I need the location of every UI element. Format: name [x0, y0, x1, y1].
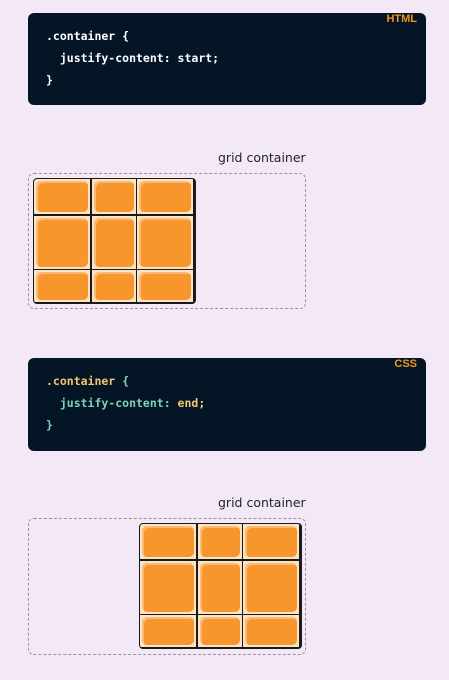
css-property: justify-content: [46, 396, 171, 410]
grid-item [243, 615, 299, 647]
code-block-end: CSS .container { justify-content: end; } [28, 358, 426, 451]
grid-item [140, 615, 196, 647]
code-line-2: justify-content: start; [46, 51, 220, 65]
grid-item [243, 560, 299, 614]
code-line-1: .container { [46, 29, 130, 43]
code-line-3: } [46, 418, 53, 432]
grid-item [197, 615, 242, 647]
grid-item [91, 215, 136, 269]
code-language-label: HTML [386, 13, 417, 25]
grid-container-label: grid container [218, 495, 306, 510]
grid-item [91, 270, 136, 302]
css-open-brace: { [115, 374, 130, 388]
code-block-start: HTML .container { justify-content: start… [28, 13, 426, 105]
grid-start-aligned [33, 178, 196, 304]
grid-item [34, 179, 90, 214]
grid-item [140, 524, 196, 559]
code-line-2: justify-content: end; [46, 396, 205, 410]
grid-item [91, 179, 136, 214]
grid-item [137, 270, 193, 302]
grid-item [140, 560, 196, 614]
css-value: end; [170, 396, 206, 410]
grid-end-aligned [139, 523, 302, 649]
grid-item [197, 560, 242, 614]
code-language-label: CSS [394, 358, 417, 370]
grid-item [34, 270, 90, 302]
grid-container-label: grid container [218, 150, 306, 165]
code-line-1: .container { [46, 374, 129, 388]
grid-item [137, 179, 193, 214]
grid-item [137, 215, 193, 269]
css-selector: .container [46, 374, 116, 388]
code-line-3: } [46, 73, 53, 87]
grid-item [34, 215, 90, 269]
grid-item [243, 524, 299, 559]
grid-item [197, 524, 242, 559]
